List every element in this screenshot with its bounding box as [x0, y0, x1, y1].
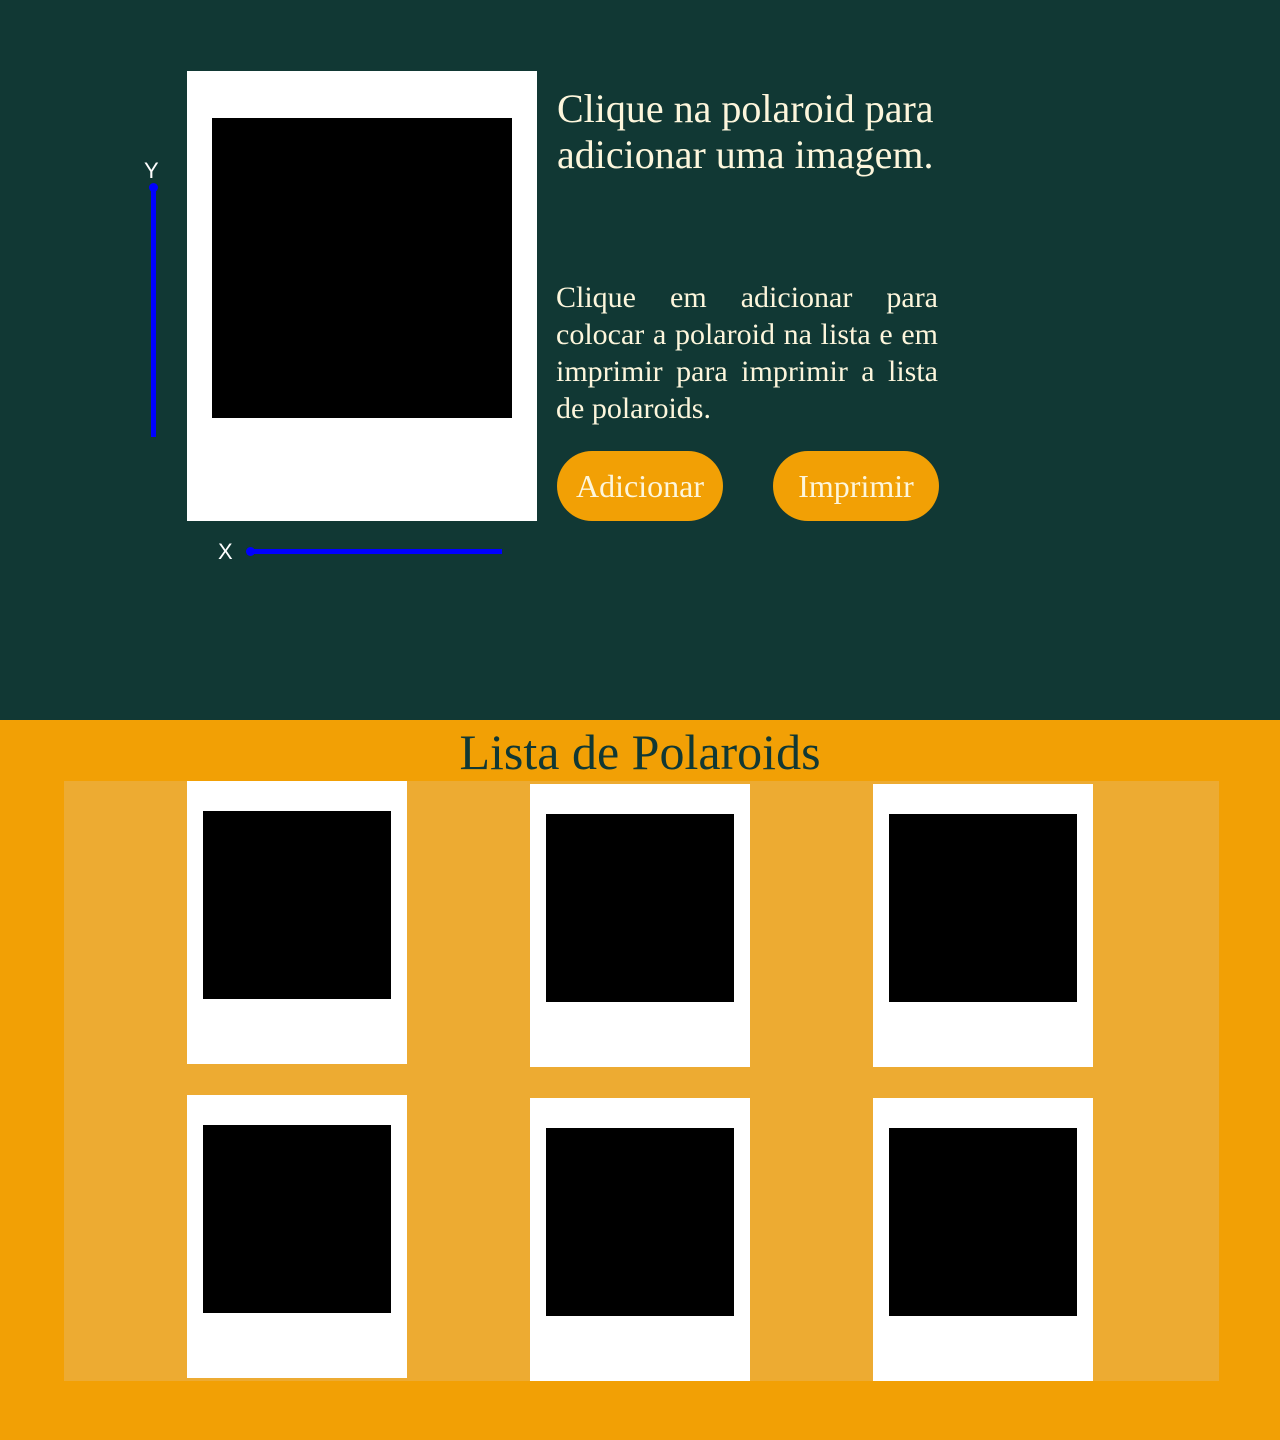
- list-polaroid-photo: [546, 1128, 734, 1316]
- list-polaroid-photo: [203, 811, 391, 999]
- polaroid-photo-placeholder[interactable]: [212, 118, 512, 418]
- list-polaroid-5[interactable]: [530, 1098, 750, 1381]
- slider-y-track[interactable]: [151, 187, 156, 437]
- list-polaroid-1[interactable]: [187, 781, 407, 1064]
- polaroid-list: [64, 781, 1219, 1381]
- list-title: Lista de Polaroids: [459, 724, 821, 780]
- editor-heading: Clique na polaroid para adicionar uma im…: [557, 86, 934, 177]
- add-button[interactable]: Adicionar: [557, 451, 723, 521]
- list-polaroid-2[interactable]: [530, 784, 750, 1067]
- list-polaroid-3[interactable]: [873, 784, 1093, 1067]
- list-polaroid-photo: [889, 1128, 1077, 1316]
- slider-y[interactable]: [149, 183, 158, 439]
- slider-x[interactable]: [246, 547, 504, 556]
- slider-x-track[interactable]: [250, 549, 502, 554]
- slider-x-thumb[interactable]: [246, 547, 255, 556]
- editor-section: Y X Clique na polaroid para adicionar um…: [0, 0, 1280, 720]
- print-button[interactable]: Imprimir: [773, 451, 939, 521]
- list-polaroid-photo: [546, 814, 734, 1002]
- slider-y-label: Y: [144, 158, 159, 183]
- list-polaroid-6[interactable]: [873, 1098, 1093, 1381]
- list-polaroid-photo: [889, 814, 1077, 1002]
- slider-x-label: X: [218, 539, 233, 564]
- editor-instructions: Clique em adicionar para colocar a polar…: [556, 281, 938, 425]
- list-polaroid-photo: [203, 1125, 391, 1313]
- list-polaroid-4[interactable]: [187, 1095, 407, 1378]
- slider-y-thumb[interactable]: [149, 183, 158, 192]
- main-polaroid[interactable]: [187, 71, 537, 521]
